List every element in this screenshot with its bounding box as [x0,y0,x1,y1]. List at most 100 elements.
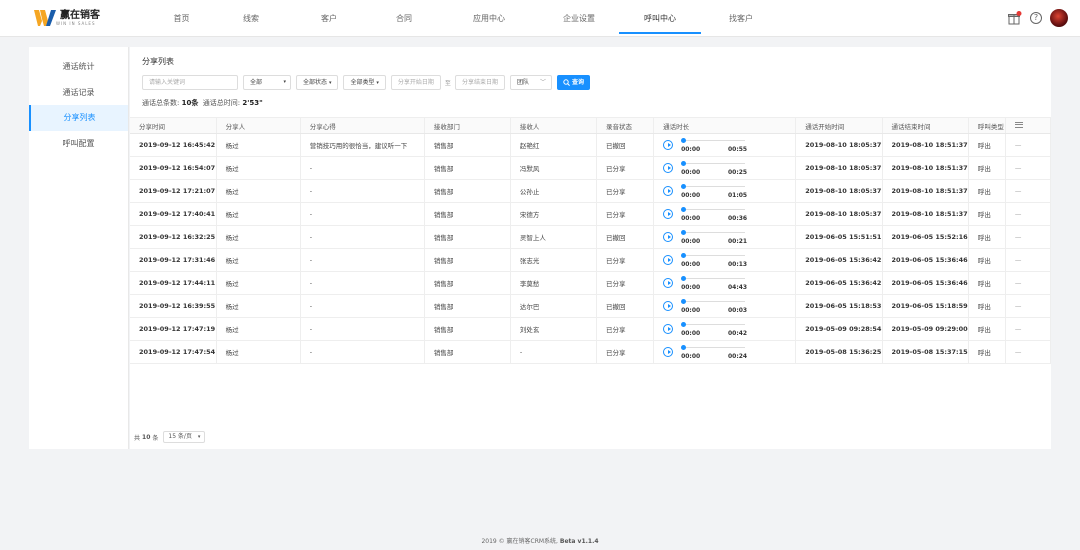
nav-item[interactable]: 线索 [213,0,289,37]
play-icon[interactable] [663,347,674,357]
play-icon[interactable] [663,278,674,288]
call-type-cell: 呼出 [968,294,1006,318]
column-settings[interactable] [1005,117,1052,134]
row-action-cell: — [1005,271,1052,295]
sidebar-item[interactable]: 通话记录 [29,80,128,106]
nav-item[interactable]: 呼叫中心 [619,0,701,37]
audio-total-time: 00:25 [727,169,748,176]
audio-handle[interactable] [681,276,687,281]
end-date-input[interactable]: 分享结束日期 [454,74,505,90]
audio-handle[interactable] [681,161,687,166]
call-end-cell: 2019-05-09 09:29:00 [882,317,969,341]
sharer-cell: 杨过 [216,225,301,249]
row-action-cell: — [1005,133,1052,157]
sidebar-item[interactable]: 呼叫配置 [29,131,128,157]
help-icon[interactable]: ? [1030,12,1042,24]
start-date-input[interactable]: 分享开始日期 [390,74,441,90]
footer: 2019 © 赢在销客CRM系统, Beta v1.1.4 [0,536,1080,545]
column-header[interactable]: 呼叫类型 [968,117,1006,134]
audio-progress[interactable]: 00:00 01:05 [681,181,747,201]
sharer-cell: 杨过 [216,294,301,318]
audio-handle[interactable] [681,253,687,258]
scope-select[interactable]: 全部 ▾ [243,74,291,90]
nav-item[interactable]: 客户 [289,0,369,37]
audio-progress[interactable]: 00:00 00:24 [681,342,747,362]
call-end-cell: 2019-08-10 18:51:37 [882,156,969,180]
table-row[interactable]: 2019-09-12 17:47:54 杨过 - 销售部 - 已分享 00:00 00:24 2… [130,340,1052,364]
play-icon[interactable] [663,140,674,150]
audio-handle[interactable] [681,345,687,350]
audio-current-time: 00:00 [681,192,701,199]
column-header[interactable]: 分享时间 [130,117,217,134]
play-icon[interactable] [663,209,674,219]
play-icon[interactable] [663,255,674,265]
play-icon[interactable] [663,232,674,242]
table-row[interactable]: 2019-09-12 16:54:07 杨过 - 销售部 冯默风 已分享 00:00 00:2… [130,156,1052,180]
audio-progress[interactable]: 00:00 04:43 [681,273,747,293]
audio-progress[interactable]: 00:00 00:36 [681,204,747,224]
nav-item[interactable]: 合同 [369,0,439,37]
audio-progress[interactable]: 00:00 00:13 [681,250,747,270]
play-icon[interactable] [663,301,674,311]
nav-item[interactable]: 找客户 [701,0,781,37]
audio-track [685,301,746,302]
keyword-input[interactable]: 请输入关键词 [142,74,238,90]
audio-handle[interactable] [681,207,687,212]
sharer-cell: 杨过 [216,271,301,295]
footer-copyright: 2019 © 赢在销客CRM系统, [481,538,558,545]
audio-progress[interactable]: 00:00 00:55 [681,135,747,155]
type-select[interactable]: 全部类型 ▾ [343,74,386,90]
audio-handle[interactable] [681,299,687,304]
play-icon[interactable] [663,186,674,196]
call-duration-cell: 00:00 00:42 [653,317,797,341]
call-type-cell: 呼出 [968,179,1006,203]
audio-progress[interactable]: 00:00 00:42 [681,319,747,339]
table-row[interactable]: 2019-09-12 17:21:07 杨过 - 销售部 公孙止 已分享 00:00 01:0… [130,179,1052,203]
column-header[interactable]: 录音状态 [596,117,655,134]
status-select[interactable]: 全部状态 ▾ [296,74,339,90]
table-row[interactable]: 2019-09-12 16:45:42 杨过 营销技巧用的很恰当，建议听一下 销售部赵… [130,133,1052,157]
table-row[interactable]: 2019-09-12 16:39:55 杨过 - 销售部 达尔巴 已撤回 00:00 00:0… [130,294,1052,318]
audio-handle[interactable] [681,322,687,327]
logo[interactable]: 赢在销客 WIN IN SALES [34,10,100,26]
gift-icon[interactable] [1008,11,1022,25]
avatar[interactable] [1050,9,1068,27]
audio-handle[interactable] [681,184,687,189]
search-button[interactable]: 查询 [556,74,590,90]
department-cell: 销售部 [424,156,511,180]
sidebar-item[interactable]: 通话统计 [29,54,128,80]
column-header[interactable]: 通话结束时间 [882,117,969,134]
audio-progress[interactable]: 00:00 00:25 [681,158,747,178]
sidebar-item[interactable]: 分享列表 [29,105,128,131]
share-time-cell: 2019-09-12 16:45:42 [130,133,217,157]
caret-down-icon: ▾ [376,79,379,86]
row-action-cell: — [1005,179,1052,203]
table-row[interactable]: 2019-09-12 17:40:41 杨过 - 销售部 宋德方 已分享 00:00 00:3… [130,202,1052,226]
column-header[interactable]: 通话时长 [653,117,797,134]
call-start-cell: 2019-06-05 15:51:51 [795,225,883,249]
play-icon[interactable] [663,163,674,173]
column-header[interactable]: 接收人 [510,117,598,134]
nav-item[interactable]: 应用中心 [439,0,539,37]
column-header[interactable]: 接收部门 [424,117,511,134]
table-row[interactable]: 2019-09-12 17:47:19 杨过 - 销售部 刘处玄 已分享 00:00 00:4… [130,317,1052,341]
page-size-select[interactable]: 15 条/页 ▾ [163,431,206,443]
audio-progress[interactable]: 00:00 00:21 [681,227,747,247]
nav-item[interactable]: 首页 [150,0,213,37]
table-row[interactable]: 2019-09-12 17:31:46 杨过 - 销售部 张志光 已分享 00:00 00:1… [130,248,1052,272]
column-header[interactable]: 分享人 [216,117,301,134]
table-row[interactable]: 2019-09-12 16:32:25 杨过 - 销售部 灵智上人 已撤回 00:00 00:… [130,225,1052,249]
share-time-cell: 2019-09-12 17:21:07 [130,179,217,203]
table-row[interactable]: 2019-09-12 17:44:11 杨过 - 销售部 李莫愁 已分享 00:00 04:4… [130,271,1052,295]
audio-handle[interactable] [681,138,687,143]
column-header[interactable]: 分享心得 [300,117,425,134]
column-header[interactable]: 通话开始时间 [795,117,883,134]
nav-item[interactable]: 企业设置 [539,0,619,37]
audio-progress[interactable]: 00:00 00:03 [681,296,747,316]
audio-track [685,186,746,187]
call-end-cell: 2019-08-10 18:51:37 [882,179,969,203]
audio-handle[interactable] [681,230,687,235]
play-icon[interactable] [663,324,674,334]
caret-down-icon: ▾ [283,78,286,85]
team-select[interactable]: 团队 ﹀ [509,74,552,90]
